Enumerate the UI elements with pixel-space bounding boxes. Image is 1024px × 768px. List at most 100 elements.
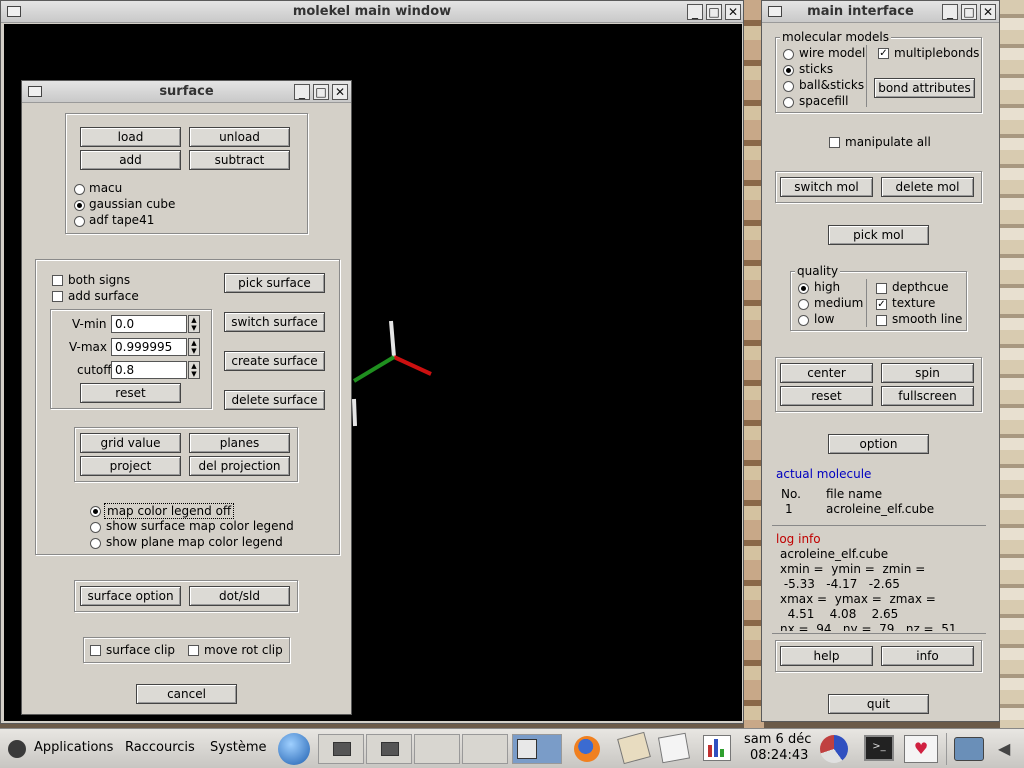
texture-label: texture — [892, 296, 936, 310]
molecule-file-name[interactable]: acroleine_elf.cube — [826, 502, 934, 516]
surface-titlebar[interactable]: surface _ □ ✕ — [22, 81, 351, 103]
quit-button[interactable]: quit — [828, 694, 929, 714]
smooth-line-checkbox[interactable] — [876, 315, 887, 326]
pie-chart-icon[interactable] — [820, 735, 848, 763]
vmin-input[interactable] — [111, 315, 187, 333]
model-radio-sticks[interactable] — [783, 65, 794, 76]
firefox-icon[interactable] — [566, 734, 610, 764]
quality-label-medium: medium — [814, 296, 864, 310]
manipulate-all-checkbox[interactable] — [829, 137, 840, 148]
model-label-spacefill: spacefill — [799, 94, 849, 108]
info-button[interactable]: info — [881, 646, 974, 666]
cutoff-input[interactable] — [111, 361, 187, 379]
taskbar-window-2[interactable] — [366, 734, 412, 764]
planes-button[interactable]: planes — [189, 433, 290, 453]
quality-radio-high[interactable] — [798, 283, 809, 294]
model-radio-spacefill[interactable] — [783, 97, 794, 108]
create-surface-button[interactable]: create surface — [224, 351, 325, 371]
close-icon[interactable]: ✕ — [332, 84, 348, 100]
dot-sld-button[interactable]: dot/sld — [189, 586, 290, 606]
center-button[interactable]: center — [780, 363, 873, 383]
heart-monitor-icon[interactable]: ♥ — [904, 735, 938, 763]
subtract-button[interactable]: subtract — [189, 150, 290, 170]
taskbar-window-4[interactable] — [462, 734, 508, 764]
clock-date[interactable]: sam 6 déc — [744, 732, 811, 747]
vmin-stepper[interactable]: ▲ ▼ — [188, 315, 200, 333]
legend-radio-plane[interactable] — [90, 538, 101, 549]
project-button[interactable]: project — [80, 456, 181, 476]
model-radio-ballsticks[interactable] — [783, 81, 794, 92]
switch-surface-button[interactable]: switch surface — [224, 312, 325, 332]
clock-time[interactable]: 08:24:43 — [750, 748, 808, 763]
computer-icon[interactable] — [954, 737, 984, 761]
legend-radio-off[interactable] — [90, 506, 101, 517]
log-output[interactable]: acroleine_elf.cube xmin = ymin = zmin = … — [780, 547, 990, 631]
texture-checkbox[interactable]: ✓ — [876, 299, 887, 310]
volume-icon[interactable]: ◀ — [998, 739, 1016, 759]
format-radio-macu[interactable] — [74, 184, 85, 195]
log-line: -5.33 -4.17 -2.65 — [780, 577, 900, 591]
terminal-icon[interactable]: >_ — [864, 735, 894, 761]
minimize-icon[interactable]: _ — [294, 84, 310, 100]
quality-radio-low[interactable] — [798, 315, 809, 326]
option-button[interactable]: option — [828, 434, 929, 454]
grid-value-button[interactable]: grid value — [80, 433, 181, 453]
network-globe-icon[interactable] — [278, 733, 310, 765]
maximize-icon[interactable]: □ — [706, 4, 722, 20]
log-line: nx = 94 ny = 79 nz = 51 — [780, 622, 957, 631]
surface-option-button[interactable]: surface option — [80, 586, 181, 606]
close-icon[interactable]: ✕ — [980, 4, 996, 20]
move-rot-clip-checkbox[interactable] — [188, 645, 199, 656]
load-button[interactable]: load — [80, 127, 181, 147]
applications-menu[interactable]: Applications — [34, 740, 113, 755]
raccourcis-menu[interactable]: Raccourcis — [125, 740, 195, 755]
quality-label: quality — [795, 264, 841, 278]
molecule-number[interactable]: 1 — [785, 502, 793, 516]
del-projection-button[interactable]: del projection — [189, 456, 290, 476]
vmax-input[interactable] — [111, 338, 187, 356]
main-window-titlebar[interactable]: molekel main window _ □ ✕ — [1, 1, 743, 23]
minimize-icon[interactable]: _ — [687, 4, 703, 20]
log-line: 4.51 4.08 2.65 — [780, 607, 899, 621]
help-button[interactable]: help — [780, 646, 873, 666]
taskbar-window-1[interactable] — [318, 734, 364, 764]
delete-surface-button[interactable]: delete surface — [224, 390, 325, 410]
add-button[interactable]: add — [80, 150, 181, 170]
vmin-label: V-min — [72, 317, 107, 331]
format-radio-adf-tape41[interactable] — [74, 216, 85, 227]
reset-view-button[interactable]: reset — [780, 386, 873, 406]
legend-radio-surface[interactable] — [90, 522, 101, 533]
chart-icon[interactable] — [703, 735, 731, 761]
surface-clip-checkbox[interactable] — [90, 645, 101, 656]
reset-button[interactable]: reset — [80, 383, 181, 403]
maximize-icon[interactable]: □ — [313, 84, 329, 100]
add-surface-checkbox[interactable] — [52, 291, 63, 302]
minimize-icon[interactable]: _ — [942, 4, 958, 20]
unload-button[interactable]: unload — [189, 127, 290, 147]
model-radio-wire[interactable] — [783, 49, 794, 60]
quality-radio-medium[interactable] — [798, 299, 809, 310]
switch-mol-button[interactable]: switch mol — [780, 177, 873, 197]
both-signs-checkbox[interactable] — [52, 275, 63, 286]
gnome-foot-icon[interactable] — [8, 740, 26, 758]
pick-mol-button[interactable]: pick mol — [828, 225, 929, 245]
systeme-menu[interactable]: Système — [210, 740, 266, 755]
format-radio-gaussian-cube[interactable] — [74, 200, 85, 211]
cutoff-stepper[interactable]: ▲ ▼ — [188, 361, 200, 379]
depthcue-checkbox[interactable] — [876, 283, 887, 294]
main-interface-titlebar[interactable]: main interface _ □ ✕ — [762, 1, 999, 23]
document-icon[interactable] — [657, 732, 691, 764]
pick-surface-button[interactable]: pick surface — [224, 273, 325, 293]
bond-attributes-button[interactable]: bond attributes — [874, 78, 975, 98]
spin-button[interactable]: spin — [881, 363, 974, 383]
vmax-stepper[interactable]: ▲ ▼ — [188, 338, 200, 356]
workspace-switcher[interactable] — [512, 734, 562, 764]
close-icon[interactable]: ✕ — [725, 4, 741, 20]
fullscreen-button[interactable]: fullscreen — [881, 386, 974, 406]
taskbar-window-3[interactable] — [414, 734, 460, 764]
delete-mol-button[interactable]: delete mol — [881, 177, 974, 197]
multiplebonds-checkbox[interactable]: ✓ — [878, 48, 889, 59]
maximize-icon[interactable]: □ — [961, 4, 977, 20]
cancel-button[interactable]: cancel — [136, 684, 237, 704]
mail-icon[interactable] — [617, 731, 651, 765]
